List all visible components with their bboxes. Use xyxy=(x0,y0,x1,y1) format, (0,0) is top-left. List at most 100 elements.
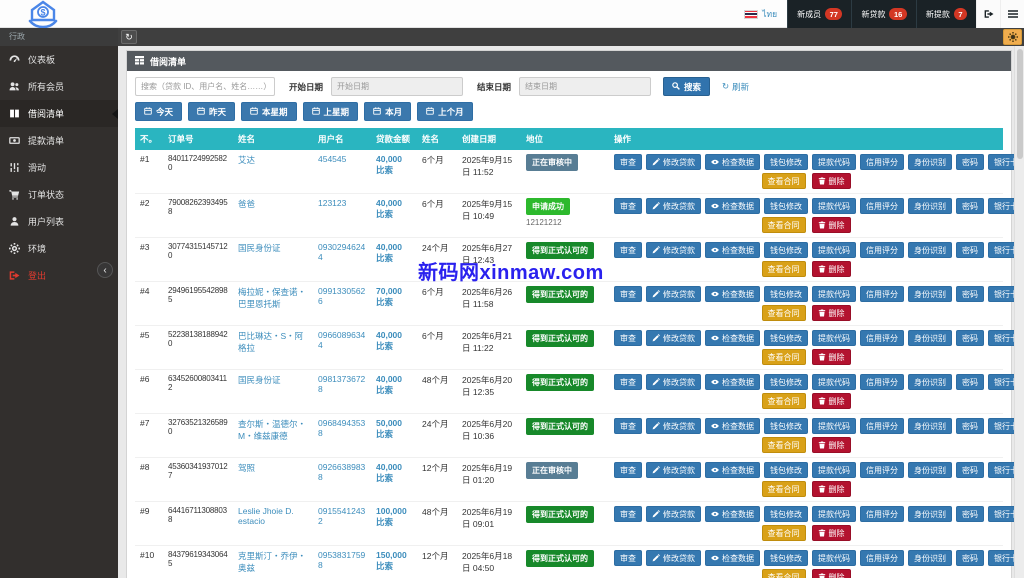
view-contract-button[interactable]: 查看合同 xyxy=(762,437,806,453)
row-action-button[interactable]: 密码 xyxy=(956,154,984,170)
row-action-button[interactable]: 修改贷款 xyxy=(646,418,701,434)
sidebar-item-book[interactable]: 借阅清单 xyxy=(0,100,118,127)
name-link[interactable]: 艾达 xyxy=(238,155,255,165)
sidebar-item-gear[interactable]: 环境 xyxy=(0,235,118,262)
nav-counter-button[interactable]: 新贷款16 xyxy=(851,0,915,28)
row-action-button[interactable]: 信用评分 xyxy=(860,418,904,434)
sidebar-item-sliders[interactable]: 滑动 xyxy=(0,154,118,181)
row-action-button[interactable]: 提款代码 xyxy=(812,242,856,258)
row-action-button[interactable]: 身份识别 xyxy=(908,154,952,170)
menu-toggle-button[interactable] xyxy=(1000,0,1024,28)
row-action-button[interactable]: 密码 xyxy=(956,374,984,390)
name-link[interactable]: 查尔斯・温德尔・M・维兹康德 xyxy=(238,419,306,441)
row-action-button[interactable]: 钱包修改 xyxy=(764,154,808,170)
sidebar-item-dashboard[interactable]: 仪表板 xyxy=(0,46,118,73)
row-action-button[interactable]: 审查 xyxy=(614,506,642,522)
sidebar-item-money[interactable]: 提款清单 xyxy=(0,127,118,154)
row-action-button[interactable]: 身份识别 xyxy=(908,506,952,522)
row-action-button[interactable]: 密码 xyxy=(956,462,984,478)
row-action-button[interactable]: 修改贷款 xyxy=(646,154,701,170)
row-action-button[interactable]: 审查 xyxy=(614,198,642,214)
settings-gear-button[interactable] xyxy=(1003,29,1022,45)
delete-button[interactable]: 删除 xyxy=(812,437,851,453)
row-action-button[interactable]: 密码 xyxy=(956,198,984,214)
quick-date-button[interactable]: 上星期 xyxy=(303,102,359,121)
row-action-button[interactable]: 检查数据 xyxy=(705,242,760,258)
name-link[interactable]: 巴比琳达・S・阿格拉 xyxy=(238,331,303,353)
row-action-button[interactable]: 检查数据 xyxy=(705,550,760,566)
row-action-button[interactable]: 信用评分 xyxy=(860,198,904,214)
username-link[interactable]: 454545 xyxy=(318,154,346,164)
row-action-button[interactable]: 检查数据 xyxy=(705,330,760,346)
signout-button[interactable] xyxy=(976,0,1000,28)
row-action-button[interactable]: 修改贷款 xyxy=(646,242,701,258)
view-contract-button[interactable]: 查看合同 xyxy=(762,217,806,233)
username-link[interactable]: 09813736728 xyxy=(318,374,365,394)
name-link[interactable]: 克里斯汀・乔伊・奥兹 xyxy=(238,551,306,573)
search-input[interactable] xyxy=(135,77,275,96)
row-action-button[interactable]: 钱包修改 xyxy=(764,418,808,434)
row-action-button[interactable]: 检查数据 xyxy=(705,506,760,522)
row-action-button[interactable]: 修改贷款 xyxy=(646,286,701,302)
row-action-button[interactable]: 密码 xyxy=(956,506,984,522)
row-action-button[interactable]: 修改贷款 xyxy=(646,462,701,478)
row-action-button[interactable]: 审查 xyxy=(614,462,642,478)
view-contract-button[interactable]: 查看合同 xyxy=(762,305,806,321)
row-action-button[interactable]: 身份识别 xyxy=(908,330,952,346)
username-link[interactable]: 09913305626 xyxy=(318,286,365,306)
row-action-button[interactable]: 密码 xyxy=(956,418,984,434)
row-action-button[interactable]: 钱包修改 xyxy=(764,242,808,258)
row-action-button[interactable]: 钱包修改 xyxy=(764,286,808,302)
end-date-input[interactable] xyxy=(519,77,651,96)
language-switcher[interactable]: ไทย xyxy=(734,0,787,28)
quick-date-button[interactable]: 上个月 xyxy=(417,102,473,121)
row-action-button[interactable]: 修改贷款 xyxy=(646,198,701,214)
view-contract-button[interactable]: 查看合同 xyxy=(762,569,806,578)
name-link[interactable]: 爸爸 xyxy=(238,199,255,209)
row-action-button[interactable]: 信用评分 xyxy=(860,462,904,478)
row-action-button[interactable]: 信用评分 xyxy=(860,154,904,170)
name-link[interactable]: 国民身份证 xyxy=(238,243,281,253)
row-action-button[interactable]: 身份识别 xyxy=(908,286,952,302)
sidebar-collapse-button[interactable]: ‹ xyxy=(97,262,113,278)
row-action-button[interactable]: 信用评分 xyxy=(860,550,904,566)
row-action-button[interactable]: 身份识别 xyxy=(908,374,952,390)
row-action-button[interactable]: 信用评分 xyxy=(860,330,904,346)
quick-date-button[interactable]: 今天 xyxy=(135,102,182,121)
row-action-button[interactable]: 审查 xyxy=(614,330,642,346)
username-link[interactable]: 09155412432 xyxy=(318,506,365,526)
delete-button[interactable]: 删除 xyxy=(812,305,851,321)
view-contract-button[interactable]: 查看合同 xyxy=(762,261,806,277)
name-link[interactable]: 驾照 xyxy=(238,463,255,473)
nav-counter-button[interactable]: 新成员77 xyxy=(787,0,851,28)
username-link[interactable]: 09660896344 xyxy=(318,330,365,350)
delete-button[interactable]: 删除 xyxy=(812,569,851,578)
brand-logo-icon[interactable]: $ xyxy=(26,0,60,28)
username-link[interactable]: 09538317598 xyxy=(318,550,365,570)
row-action-button[interactable]: 检查数据 xyxy=(705,198,760,214)
sidebar-item-cart[interactable]: 订单状态 xyxy=(0,181,118,208)
row-action-button[interactable]: 身份识别 xyxy=(908,550,952,566)
row-action-button[interactable]: 密码 xyxy=(956,550,984,566)
delete-button[interactable]: 删除 xyxy=(812,349,851,365)
row-action-button[interactable]: 提款代码 xyxy=(812,462,856,478)
name-link[interactable]: 国民身份证 xyxy=(238,375,281,385)
delete-button[interactable]: 删除 xyxy=(812,173,851,189)
row-action-button[interactable]: 钱包修改 xyxy=(764,550,808,566)
row-action-button[interactable]: 钱包修改 xyxy=(764,198,808,214)
row-action-button[interactable]: 钱包修改 xyxy=(764,506,808,522)
row-action-button[interactable]: 信用评分 xyxy=(860,242,904,258)
row-action-button[interactable]: 钱包修改 xyxy=(764,330,808,346)
refresh-link[interactable]: ↻ 刷新 xyxy=(722,81,749,93)
row-action-button[interactable]: 提款代码 xyxy=(812,154,856,170)
delete-button[interactable]: 删除 xyxy=(812,217,851,233)
row-action-button[interactable]: 信用评分 xyxy=(860,506,904,522)
delete-button[interactable]: 删除 xyxy=(812,261,851,277)
row-action-button[interactable]: 身份识别 xyxy=(908,242,952,258)
start-date-input[interactable] xyxy=(331,77,463,96)
row-action-button[interactable]: 身份识别 xyxy=(908,418,952,434)
view-contract-button[interactable]: 查看合同 xyxy=(762,349,806,365)
sidebar-item-users[interactable]: 所有会员 xyxy=(0,73,118,100)
row-action-button[interactable]: 提款代码 xyxy=(812,330,856,346)
view-contract-button[interactable]: 查看合同 xyxy=(762,525,806,541)
